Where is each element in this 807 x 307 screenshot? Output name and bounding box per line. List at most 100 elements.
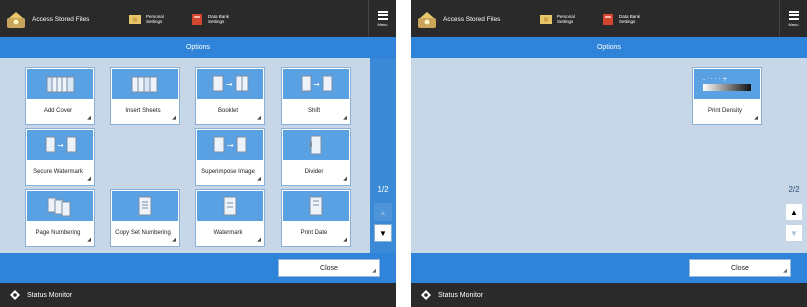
- access-stored-files-icon: [418, 12, 436, 28]
- option-label: Booklet: [217, 108, 238, 114]
- close-button[interactable]: Close ◢: [278, 259, 380, 277]
- option-label: Add Cover: [43, 108, 73, 114]
- corner-arrow-icon: ◢: [172, 115, 176, 121]
- corner-arrow-icon: ◢: [754, 115, 758, 121]
- corner-arrow-icon: ◢: [343, 176, 347, 182]
- option-label: Superimpose Image: [201, 169, 255, 175]
- personal-settings-button[interactable]: Personal Settings: [539, 8, 589, 30]
- divider-icon: [283, 130, 349, 160]
- arrow-up-icon: ▲: [790, 207, 798, 217]
- option-add-cover[interactable]: Add Cover ◢: [25, 67, 95, 125]
- home-label: Access Stored Files: [32, 15, 90, 23]
- option-label: Watermark: [213, 230, 243, 236]
- access-stored-files-icon: [7, 12, 25, 28]
- menu-label: Menu: [788, 21, 799, 27]
- scroll-strip: [370, 58, 396, 282]
- print-density-icon: - · · · · +: [694, 69, 760, 99]
- close-label: Close: [731, 264, 749, 272]
- options-grid: Add Cover ◢ Insert Sheets ◢ → Booklet ◢ …: [0, 58, 396, 283]
- page-title: Options: [411, 37, 807, 58]
- insert-sheets-icon: [112, 69, 178, 99]
- corner-arrow-icon: ◢: [372, 268, 376, 274]
- svg-text:→: →: [226, 80, 233, 89]
- close-row: Close ◢: [411, 253, 807, 283]
- scroll-up-button[interactable]: ▲: [374, 203, 392, 221]
- option-print-date[interactable]: Print Date ◢: [281, 189, 351, 247]
- corner-arrow-icon: ◢: [343, 115, 347, 121]
- option-shift[interactable]: → Shift ◢: [281, 67, 351, 125]
- arrow-down-icon: ▼: [790, 228, 798, 238]
- shift-icon: →: [283, 69, 349, 99]
- status-monitor-icon: [10, 290, 20, 300]
- top-bar: Access Stored Files Personal Settings Da…: [411, 0, 807, 37]
- option-booklet[interactable]: → Booklet ◢: [195, 67, 265, 125]
- options-screen-page-1: Access Stored Files Personal Settings Da…: [0, 0, 396, 307]
- corner-arrow-icon: ◢: [172, 237, 176, 243]
- arrow-down-icon: ▼: [379, 228, 387, 238]
- status-monitor-bar[interactable]: Status Monitor: [0, 283, 396, 307]
- option-secure-watermark[interactable]: → Secure Watermark ◢: [25, 128, 95, 186]
- option-label: Print Date: [300, 230, 328, 236]
- close-button[interactable]: Close ◢: [689, 259, 791, 277]
- option-watermark[interactable]: Watermark ◢: [195, 189, 265, 247]
- option-superimpose-image[interactable]: → Superimpose Image ◢: [195, 128, 265, 186]
- personal-settings-label: Personal Settings: [557, 14, 575, 24]
- status-monitor-icon: [421, 290, 431, 300]
- corner-arrow-icon: ◢: [343, 237, 347, 243]
- personal-settings-icon: [540, 15, 552, 24]
- option-label: Print Density: [707, 108, 742, 114]
- hamburger-icon: [788, 10, 799, 20]
- add-cover-icon: [27, 69, 93, 99]
- superimpose-image-icon: →: [197, 130, 263, 160]
- status-monitor-label: Status Monitor: [27, 291, 73, 299]
- home-access-stored-files-button[interactable]: Access Stored Files: [417, 6, 517, 32]
- options-grid: - · · · · + Print Density ◢ 2/2 ▲ ▼: [411, 58, 807, 283]
- personal-settings-label: Personal Settings: [146, 14, 164, 24]
- close-label: Close: [320, 264, 338, 272]
- print-date-icon: [283, 191, 349, 221]
- booklet-icon: →: [197, 69, 263, 99]
- home-access-stored-files-button[interactable]: Access Stored Files: [6, 6, 106, 32]
- menu-button[interactable]: Menu: [368, 0, 396, 37]
- copy-set-numbering-icon: [112, 191, 178, 221]
- scroll-up-button[interactable]: ▲: [785, 203, 803, 221]
- page-numbering-icon: [27, 191, 93, 221]
- corner-arrow-icon: ◢: [257, 115, 261, 121]
- arrow-up-icon: ▲: [379, 207, 387, 217]
- shared-settings-button[interactable]: Data Bank Settings: [190, 8, 240, 30]
- corner-arrow-icon: ◢: [87, 176, 91, 182]
- status-monitor-label: Status Monitor: [438, 291, 484, 299]
- option-copy-set-numbering[interactable]: Copy Set Numbering ◢: [110, 189, 180, 247]
- corner-arrow-icon: ◢: [783, 268, 787, 274]
- watermark-icon: [197, 191, 263, 221]
- option-label: Page Numbering: [35, 230, 81, 236]
- scroll-down-button[interactable]: ▼: [785, 224, 803, 242]
- svg-text:→: →: [313, 80, 320, 89]
- option-insert-sheets[interactable]: Insert Sheets ◢: [110, 67, 180, 125]
- corner-arrow-icon: ◢: [257, 237, 261, 243]
- option-print-density[interactable]: - · · · · + Print Density ◢: [692, 67, 762, 125]
- shared-settings-button[interactable]: Data Bank Settings: [601, 8, 651, 30]
- menu-button[interactable]: Menu: [779, 0, 807, 37]
- top-bar: Access Stored Files Personal Settings Da…: [0, 0, 396, 37]
- option-divider[interactable]: Divider ◢: [281, 128, 351, 186]
- option-label: Copy Set Numbering: [115, 230, 171, 236]
- corner-arrow-icon: ◢: [257, 176, 261, 182]
- close-row: Close ◢: [0, 253, 396, 283]
- page-title: Options: [0, 37, 396, 58]
- option-label: Insert Sheets: [125, 108, 161, 114]
- corner-arrow-icon: ◢: [87, 115, 91, 121]
- hamburger-icon: [377, 10, 388, 20]
- personal-settings-button[interactable]: Personal Settings: [128, 8, 178, 30]
- option-label: Shift: [307, 108, 320, 114]
- scroll-down-button[interactable]: ▼: [374, 224, 392, 242]
- svg-text:- · · · · +: - · · · · +: [703, 76, 727, 83]
- personal-settings-icon: [129, 15, 141, 24]
- option-page-numbering[interactable]: Page Numbering ◢: [25, 189, 95, 247]
- option-label: Secure Watermark: [33, 169, 83, 175]
- corner-arrow-icon: ◢: [87, 237, 91, 243]
- page-indicator: 2/2: [788, 185, 800, 194]
- shared-settings-label: Data Bank Settings: [208, 14, 230, 24]
- secure-watermark-icon: →: [27, 130, 93, 160]
- status-monitor-bar[interactable]: Status Monitor: [411, 283, 807, 307]
